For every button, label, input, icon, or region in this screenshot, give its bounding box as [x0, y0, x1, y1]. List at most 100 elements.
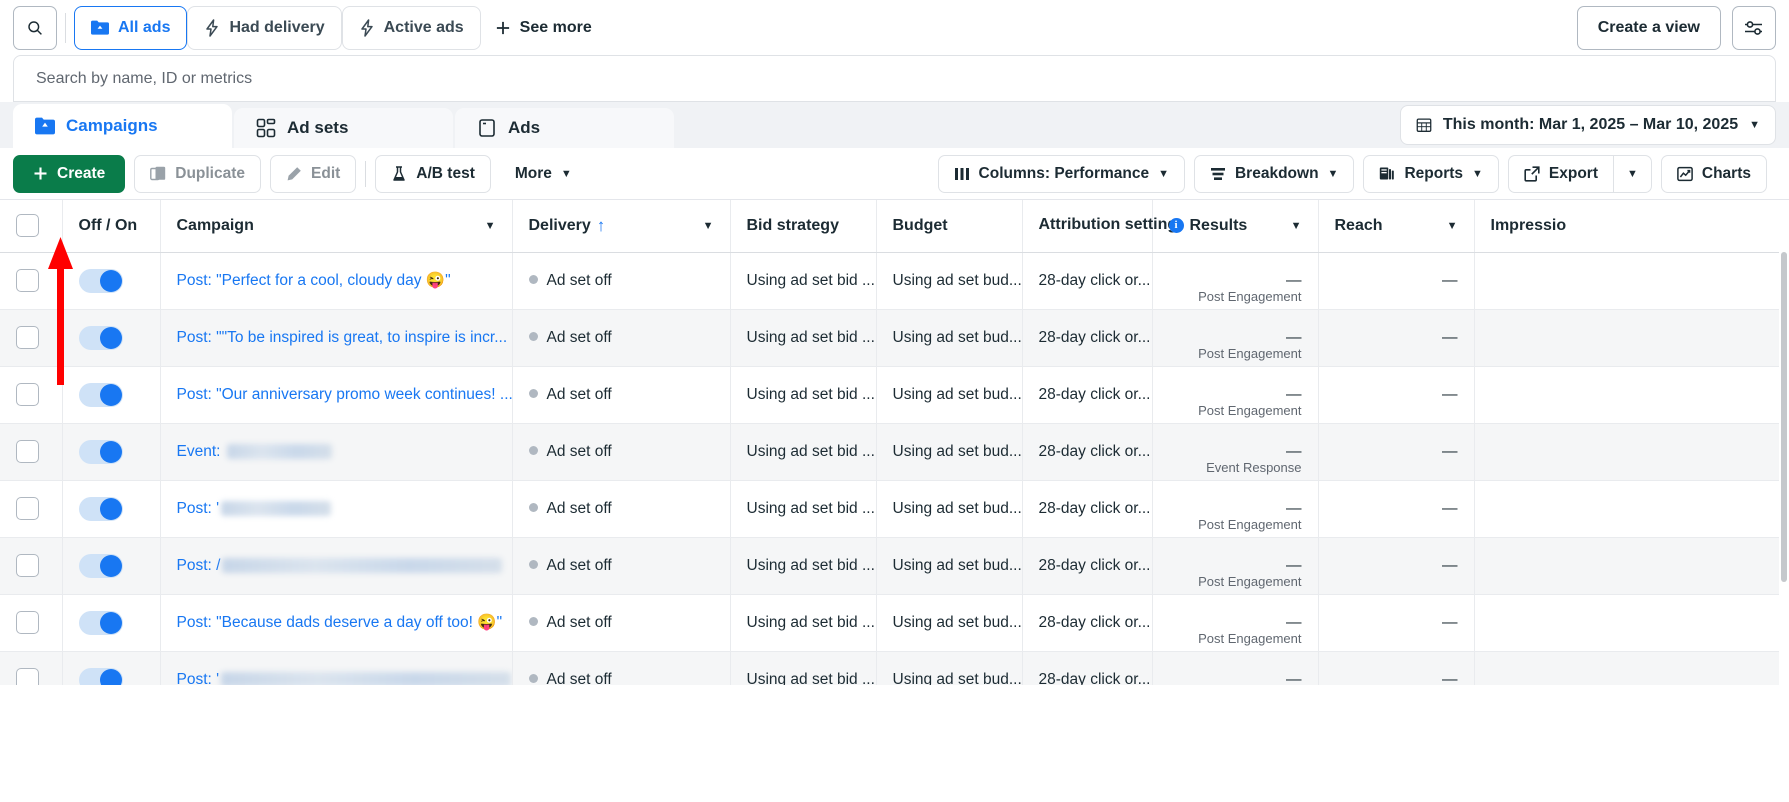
table-row[interactable]: Post: ""To be inspired is great, to insp…	[0, 309, 1789, 367]
row-toggle-cell[interactable]	[62, 366, 161, 424]
create-a-view-button[interactable]: Create a view	[1576, 5, 1721, 50]
status-toggle[interactable]	[78, 667, 123, 685]
table-row[interactable]: Post: ' Ad set off Using ad set bid ... …	[0, 651, 1789, 685]
date-range-selector[interactable]: This month: Mar 1, 2025 – Mar 10, 2025 ▼	[1399, 105, 1776, 145]
header-results[interactable]: i Results ▼	[1152, 200, 1319, 253]
edit-button[interactable]: Edit	[270, 154, 357, 193]
campaign-name-cell[interactable]: Post: ""To be inspired is great, to insp…	[160, 309, 513, 367]
toggle-knob	[99, 383, 122, 406]
status-toggle[interactable]	[78, 553, 123, 578]
chevron-down-icon[interactable]: ▼	[485, 220, 496, 232]
status-toggle[interactable]	[78, 382, 123, 407]
row-checkbox[interactable]	[16, 611, 39, 634]
filter-chip-all-ads[interactable]: All ads	[74, 5, 188, 50]
header-campaign[interactable]: Campaign ▼	[160, 200, 513, 253]
see-more-button[interactable]: See more	[481, 6, 606, 50]
table-row[interactable]: Post: "Our anniversary promo week contin…	[0, 366, 1789, 424]
row-select-cell[interactable]	[0, 423, 63, 481]
filter-chip-had-delivery[interactable]: Had delivery	[187, 5, 342, 50]
campaign-name-cell[interactable]: Post: '	[160, 480, 513, 538]
info-icon[interactable]: i	[1168, 218, 1184, 234]
view-settings-button[interactable]	[1732, 5, 1776, 50]
row-toggle-cell[interactable]	[62, 537, 161, 595]
row-checkbox[interactable]	[16, 269, 39, 292]
campaign-name-link[interactable]: Post: ""To be inspired is great, to insp…	[177, 329, 508, 346]
table-row[interactable]: Post: ' Ad set off Using ad set bid ... …	[0, 480, 1789, 538]
table-row[interactable]: Post: / Ad set off Using ad set bid ... …	[0, 537, 1789, 595]
campaign-name-link[interactable]: Post: '	[177, 671, 220, 686]
row-select-cell[interactable]	[0, 594, 63, 652]
status-toggle[interactable]	[78, 439, 123, 464]
campaign-name-cell[interactable]: Post: "Perfect for a cool, cloudy day 😜"	[160, 252, 513, 310]
row-checkbox[interactable]	[16, 554, 39, 577]
ab-test-button[interactable]: A/B test	[375, 154, 491, 193]
row-toggle-cell[interactable]	[62, 252, 161, 310]
campaign-name-link[interactable]: Post: "Our anniversary promo week contin…	[177, 386, 512, 403]
row-toggle-cell[interactable]	[62, 651, 161, 685]
table-row[interactable]: Post: "Because dads deserve a day off to…	[0, 594, 1789, 652]
columns-button[interactable]: Columns: Performance ▼	[937, 154, 1185, 193]
delivery-status: Ad set off	[546, 556, 612, 574]
campaign-name-link[interactable]: Event:	[177, 443, 225, 460]
row-select-cell[interactable]	[0, 366, 63, 424]
status-toggle[interactable]	[78, 325, 123, 350]
campaign-name-cell[interactable]: Event:	[160, 423, 513, 481]
row-select-cell[interactable]	[0, 252, 63, 310]
campaign-name-link[interactable]: Post: "Perfect for a cool, cloudy day 😜"	[177, 272, 451, 289]
campaign-name-cell[interactable]: Post: /	[160, 537, 513, 595]
breakdown-button[interactable]: Breakdown ▼	[1193, 154, 1355, 193]
search-toggle-button[interactable]	[13, 5, 57, 50]
chevron-down-icon[interactable]: ▼	[1291, 220, 1302, 232]
row-select-cell[interactable]	[0, 651, 63, 685]
tab-ads[interactable]: Ads	[455, 108, 674, 148]
campaign-name-cell[interactable]: Post: '	[160, 651, 513, 686]
campaign-name-cell[interactable]: Post: "Our anniversary promo week contin…	[160, 366, 513, 424]
campaign-name-link[interactable]: Post: '	[177, 500, 220, 517]
row-checkbox[interactable]	[16, 440, 39, 463]
row-checkbox[interactable]	[16, 383, 39, 406]
row-checkbox[interactable]	[16, 497, 39, 520]
row-select-cell[interactable]	[0, 480, 63, 538]
row-checkbox[interactable]	[16, 326, 39, 349]
header-delivery[interactable]: Delivery ↑ ▼	[512, 200, 731, 253]
create-button[interactable]: Create	[13, 154, 126, 193]
duplicate-button[interactable]: Duplicate	[134, 154, 262, 193]
table-row[interactable]: Post: "Perfect for a cool, cloudy day 😜"…	[0, 252, 1789, 310]
tab-ad-sets[interactable]: Ad sets	[234, 108, 453, 148]
row-toggle-cell[interactable]	[62, 423, 161, 481]
row-toggle-cell[interactable]	[62, 594, 161, 652]
search-input[interactable]	[34, 68, 1755, 89]
search-bar[interactable]	[13, 55, 1776, 102]
charts-button[interactable]: Charts	[1660, 154, 1767, 193]
row-select-cell[interactable]	[0, 537, 63, 595]
scrollbar-thumb[interactable]	[1781, 252, 1787, 582]
export-dropdown-button[interactable]: ▼	[1613, 154, 1652, 193]
reports-button[interactable]: Reports ▼	[1363, 154, 1499, 193]
row-toggle-cell[interactable]	[62, 309, 161, 367]
chevron-down-icon[interactable]: ▼	[1447, 220, 1458, 232]
filter-chip-active-ads[interactable]: Active ads	[341, 5, 481, 50]
export-button[interactable]: Export	[1507, 154, 1613, 193]
campaign-name-link[interactable]: Post: "Because dads deserve a day off to…	[177, 614, 503, 631]
campaign-name-cell[interactable]: Post: "Because dads deserve a day off to…	[160, 594, 513, 652]
campaign-name-link[interactable]: Post: /	[177, 557, 221, 574]
status-toggle[interactable]	[78, 496, 123, 521]
attribution-cell: 28-day click or...	[1022, 423, 1153, 481]
plus-icon	[34, 167, 47, 180]
header-select-all[interactable]	[0, 200, 63, 253]
budget-cell: Using ad set bud...	[876, 594, 1023, 652]
status-toggle[interactable]	[78, 268, 123, 293]
header-reach[interactable]: Reach ▼	[1318, 200, 1475, 253]
more-button[interactable]: More ▼	[500, 155, 587, 193]
tab-campaigns[interactable]: Campaigns	[13, 104, 232, 148]
breakdown-label: Breakdown	[1234, 164, 1319, 182]
chevron-down-icon[interactable]: ▼	[703, 220, 714, 232]
row-checkbox[interactable]	[16, 668, 39, 685]
table-vertical-scrollbar[interactable]	[1779, 252, 1789, 685]
status-toggle[interactable]	[78, 610, 123, 635]
row-select-cell[interactable]	[0, 309, 63, 367]
select-all-checkbox[interactable]	[16, 214, 39, 238]
row-toggle-cell[interactable]	[62, 480, 161, 538]
table-row[interactable]: Event: Ad set off Using ad set bid ... U…	[0, 423, 1789, 481]
pencil-icon	[287, 166, 301, 180]
